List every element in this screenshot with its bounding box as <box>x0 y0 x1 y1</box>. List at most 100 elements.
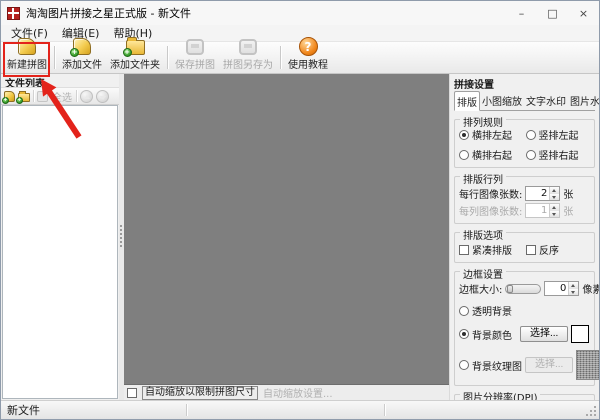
status-separator <box>384 404 385 416</box>
radio-icon[interactable] <box>459 130 469 140</box>
radio-icon[interactable] <box>459 360 469 370</box>
select-all-button: 全选 <box>51 89 73 104</box>
add-file-label: 添加文件 <box>62 56 102 71</box>
new-collage-button[interactable]: 新建拼图 <box>3 43 51 72</box>
radio-vertical-left[interactable]: 竖排左起 <box>526 127 591 142</box>
file-list[interactable] <box>2 105 118 399</box>
border-size-row: 边框大小: 0 像素 <box>459 281 590 296</box>
radio-icon[interactable] <box>526 130 536 140</box>
tab-layout[interactable]: 排版 <box>454 91 480 111</box>
add-file-button[interactable]: + 添加文件 <box>58 43 106 72</box>
settings-tabs: 排版 小图缩放 文字水印 图片水印 <box>454 91 595 111</box>
radio-icon[interactable] <box>526 150 536 160</box>
plus-badge-icon: + <box>123 48 132 57</box>
arrangement-group: 排列规则 横排左起 竖排左起 横排右起 <box>454 119 595 168</box>
images-per-row-spinner[interactable]: 2 <box>525 186 560 201</box>
grid-group-title: 排版行列 <box>460 171 506 186</box>
dpi-group-title: 图片分辨率(DPI) <box>460 389 540 400</box>
panel-splitter[interactable] <box>119 74 124 400</box>
file-list-toolbar: + + 全选 <box>1 87 119 105</box>
spin-down-icon[interactable] <box>569 289 578 296</box>
close-button[interactable]: × <box>568 1 599 25</box>
radio-horizontal-left[interactable]: 横排左起 <box>459 127 524 142</box>
tutorial-label: 使用教程 <box>288 56 328 71</box>
save-collage-button: 保存拼图 <box>171 43 219 72</box>
mini-add-folder-icon[interactable]: + <box>18 93 30 102</box>
arrangement-group-title: 排列规则 <box>460 114 506 129</box>
slider-handle[interactable] <box>507 285 513 293</box>
app-icon <box>7 7 20 20</box>
images-per-row: 每行图像张数: 2 张 <box>459 186 590 201</box>
resize-grip[interactable] <box>586 406 597 417</box>
add-folder-icon: + <box>126 38 145 55</box>
auto-scale-checkbox[interactable] <box>127 388 137 398</box>
file-list-title: 文件列表 <box>1 74 119 87</box>
new-collage-label: 新建拼图 <box>7 56 47 71</box>
collage-canvas[interactable] <box>124 74 449 385</box>
window-controls: – □ × <box>506 1 599 25</box>
app-window: 淘淘图片拼接之星正式版 - 新文件 – □ × 文件(F) 编辑(E) 帮助(H… <box>0 0 600 420</box>
new-collage-icon <box>18 38 36 55</box>
radio-horizontal-right[interactable]: 横排右起 <box>459 147 524 162</box>
save-collage-label: 保存拼图 <box>175 56 215 71</box>
transparent-bg-option[interactable]: 透明背景 <box>459 303 590 318</box>
title-bar: 淘淘图片拼接之星正式版 - 新文件 – □ × <box>1 1 599 25</box>
toolbar-separator <box>280 46 281 69</box>
status-separator <box>186 404 187 416</box>
spin-down-icon[interactable] <box>550 194 559 201</box>
add-file-icon: + <box>73 38 91 55</box>
move-down-icon <box>96 90 109 103</box>
auto-scale-label: 自动缩放以限制拼图尺寸 <box>142 386 258 400</box>
border-group-title: 边框设置 <box>460 266 506 281</box>
radio-icon[interactable] <box>459 150 469 160</box>
tab-text-watermark[interactable]: 文字水印 <box>524 91 568 110</box>
border-group: 边框设置 边框大小: 0 像素 透明背景 背景颜色 <box>454 271 595 386</box>
plus-badge-icon: + <box>70 48 79 57</box>
minimize-button[interactable]: – <box>506 1 537 25</box>
mini-add-file-icon[interactable]: + <box>4 91 15 102</box>
radio-icon[interactable] <box>459 306 469 316</box>
center-column: 自动缩放以限制拼图尺寸 自动缩放设置... <box>124 74 449 400</box>
tutorial-icon: ? <box>299 37 318 55</box>
choose-color-button[interactable]: 选择... <box>520 326 568 342</box>
border-size-spinner[interactable]: 0 <box>544 281 579 296</box>
compact-layout-checkbox[interactable] <box>459 245 469 255</box>
border-size-slider[interactable] <box>505 284 541 294</box>
save-as-label: 拼图另存为 <box>223 56 273 71</box>
tab-image-watermark[interactable]: 图片水印 <box>568 91 599 110</box>
save-as-icon <box>239 39 257 55</box>
main-toolbar: 新建拼图 + 添加文件 + 添加文件夹 保存拼图 拼图另存为 ? 使用教程 <box>1 41 599 74</box>
toolbar-separator <box>167 46 168 69</box>
layout-options-group: 排版选项 紧凑排版 反序 <box>454 232 595 263</box>
status-text: 新文件 <box>1 402 40 418</box>
reverse-order-checkbox[interactable] <box>526 245 536 255</box>
radio-icon[interactable] <box>459 329 469 339</box>
mini-remove-file-icon <box>37 91 48 102</box>
add-folder-label: 添加文件夹 <box>110 56 160 71</box>
move-up-icon <box>80 90 93 103</box>
radio-vertical-right[interactable]: 竖排右起 <box>526 147 591 162</box>
images-per-column: 每列图像张数: 1 张 <box>459 203 590 218</box>
grid-group: 排版行列 每行图像张数: 2 张 每列图像张数: 1 张 <box>454 176 595 224</box>
toolbar-separator <box>54 46 55 69</box>
add-folder-button[interactable]: + 添加文件夹 <box>106 43 164 72</box>
color-swatch <box>571 325 589 343</box>
settings-panel: 拼接设置 排版 小图缩放 文字水印 图片水印 排列规则 横排左起 竖排左起 <box>449 74 599 400</box>
bg-color-option[interactable]: 背景颜色 选择... <box>459 325 590 343</box>
layout-options-title: 排版选项 <box>460 227 506 242</box>
file-list-panel: 文件列表 + + 全选 <box>1 74 119 400</box>
bg-texture-option[interactable]: 背景纹理图 选择... <box>459 350 590 380</box>
auto-scale-settings-button: 自动缩放设置... <box>263 385 333 400</box>
spin-down-icon <box>550 211 559 218</box>
file-toolbar-separator <box>33 90 34 102</box>
tutorial-button[interactable]: ? 使用教程 <box>284 43 332 72</box>
settings-title: 拼接设置 <box>454 76 595 89</box>
choose-texture-button: 选择... <box>525 357 573 373</box>
images-per-column-spinner: 1 <box>525 203 560 218</box>
maximize-button[interactable]: □ <box>537 1 568 25</box>
save-collage-icon <box>186 39 204 55</box>
file-toolbar-separator <box>76 90 77 102</box>
window-title: 淘淘图片拼接之星正式版 - 新文件 <box>26 5 191 21</box>
tab-thumb-scale[interactable]: 小图缩放 <box>480 91 524 110</box>
canvas-footer: 自动缩放以限制拼图尺寸 自动缩放设置... <box>124 385 449 400</box>
